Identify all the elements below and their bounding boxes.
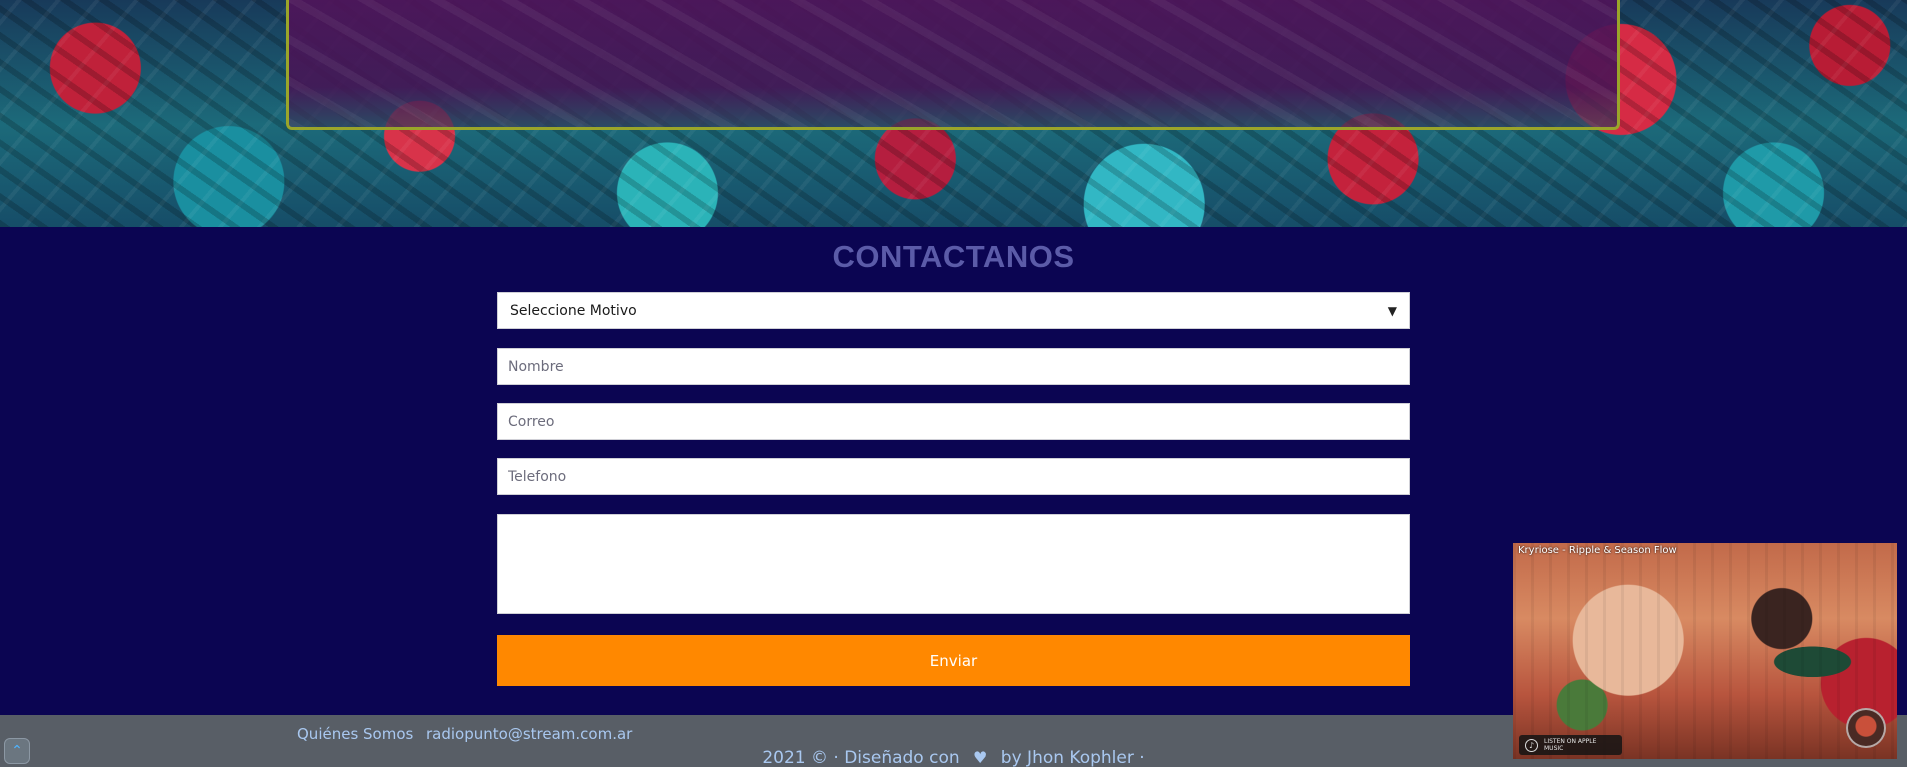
contact-title: CONTACTANOS [832,239,1075,274]
motivo-select[interactable]: Seleccione Motivo ▼ [497,292,1410,329]
channel-avatar[interactable] [1846,708,1886,748]
chevron-up-icon: ⌃ [11,743,23,759]
hero-content-panel [286,0,1620,130]
hero-banner [0,0,1907,227]
music-note-icon: ♪ [1525,738,1538,752]
enviar-button[interactable]: Enviar [497,635,1410,686]
nombre-input[interactable] [497,348,1410,385]
credit-prefix: 2021 © · Diseñado con [762,748,960,767]
floating-video-player[interactable]: Kryriose - Ripple & Season Flow ♪ LISTEN… [1513,543,1897,759]
video-title: Kryriose - Ripple & Season Flow [1518,545,1677,556]
footer-link-quienes-somos[interactable]: Quiénes Somos [297,725,413,743]
telefono-input[interactable] [497,458,1410,495]
correo-input[interactable] [497,403,1410,440]
scroll-top-button[interactable]: ⌃ [4,738,30,764]
chevron-down-icon: ▼ [1387,303,1397,318]
footer-link-email[interactable]: radiopunto@stream.com.ar [426,725,632,743]
motivo-selected-value: Seleccione Motivo [510,302,637,319]
mensaje-textarea[interactable] [497,514,1410,614]
credit-suffix: by Jhon Kophler · [1000,748,1145,767]
apple-music-badge[interactable]: ♪ LISTEN ON APPLE MUSIC [1519,735,1622,755]
heart-icon: ♥ [973,748,988,767]
badge-text: LISTEN ON APPLE MUSIC [1544,738,1597,752]
